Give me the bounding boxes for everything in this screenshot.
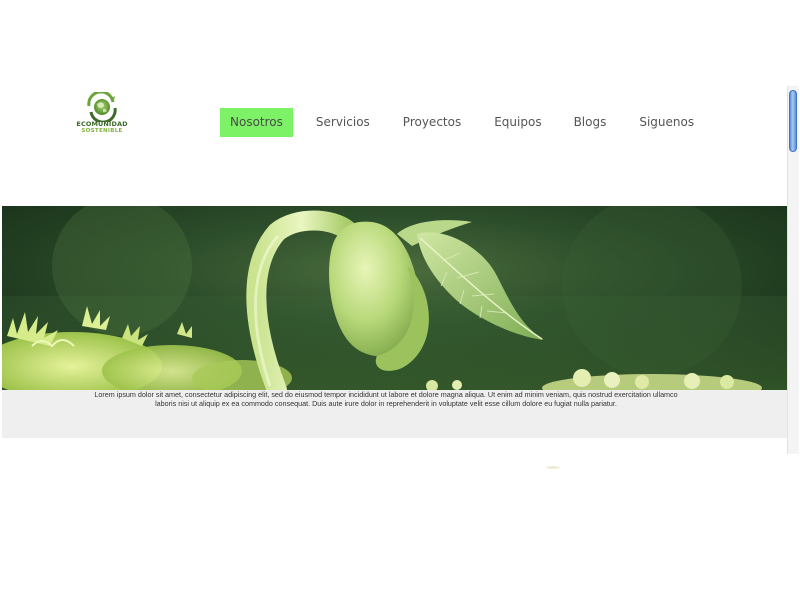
nav-item-nosotros[interactable]: Nosotros: [220, 108, 293, 137]
caption-text: Lorem ipsum dolor sit amet, consectetur …: [94, 390, 678, 408]
hero-banner: [2, 206, 788, 390]
decorative-dot: [546, 466, 560, 469]
nav-item-proyectos[interactable]: Proyectos: [403, 108, 461, 137]
logo-subtitle: SOSTENIBLE: [81, 128, 123, 134]
vertical-scrollbar[interactable]: [787, 86, 799, 454]
globe-leaf-icon: [87, 92, 117, 122]
nav-item-siguenos[interactable]: Siguenos: [639, 108, 694, 137]
hero-caption: Lorem ipsum dolor sit amet, consectetur …: [2, 390, 788, 438]
nav-item-blogs[interactable]: Blogs: [574, 108, 607, 137]
scrollbar-thumb[interactable]: [789, 90, 797, 152]
page: ECOMUNIDAD SOSTENIBLE Nosotros Servicios…: [0, 0, 800, 600]
bean-sprout-photo: [2, 206, 788, 390]
site-logo[interactable]: ECOMUNIDAD SOSTENIBLE: [76, 92, 128, 140]
nav-item-equipos[interactable]: Equipos: [494, 108, 541, 137]
main-nav: Nosotros Servicios Proyectos Equipos Blo…: [220, 108, 694, 137]
logo-title: ECOMUNIDAD: [76, 120, 128, 128]
nav-item-servicios[interactable]: Servicios: [316, 108, 370, 137]
